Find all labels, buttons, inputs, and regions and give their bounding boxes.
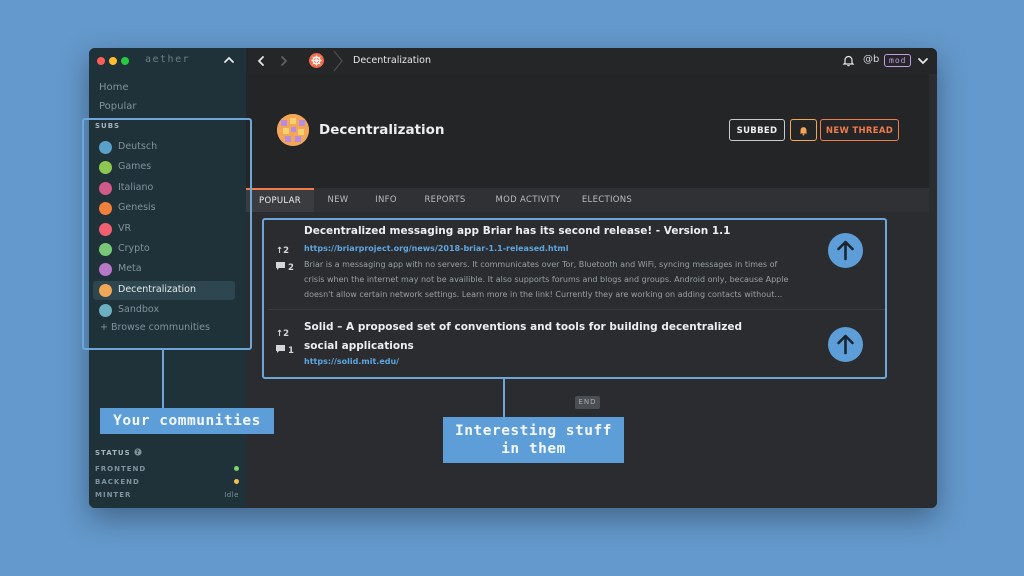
nav-home[interactable]: Home [99, 82, 129, 93]
help-icon[interactable]: ? [134, 448, 142, 456]
status-minter-label: MINTER [95, 491, 132, 499]
board-title: Decentralization [319, 122, 445, 138]
maximize-window-button[interactable] [121, 57, 129, 65]
top-bar: Decentralization @b mod [246, 48, 937, 74]
breadcrumb-board-avatar[interactable] [309, 53, 324, 68]
new-thread-button[interactable]: NEW THREAD [820, 119, 899, 141]
user-handle[interactable]: @b [863, 54, 879, 65]
board-header: Decentralization SUBBED NEW THREAD [246, 74, 929, 188]
communities-connector [162, 350, 164, 408]
chevron-up-icon[interactable] [222, 53, 236, 67]
tab-info[interactable]: INFO [363, 188, 409, 212]
tab-reports[interactable]: REPORTS [414, 188, 476, 212]
communities-highlight [82, 118, 252, 350]
status-frontend: FRONTEND [95, 465, 239, 473]
status-frontend-indicator [234, 466, 239, 471]
subbed-button[interactable]: SUBBED [729, 119, 785, 141]
status-minter-value: Idle [224, 491, 239, 499]
notify-button[interactable] [790, 119, 817, 141]
tab-new[interactable]: NEW [318, 188, 358, 212]
posts-highlight [262, 218, 887, 379]
app-name: aether [145, 54, 191, 65]
board-tabs: POPULAR NEW INFO REPORTS MOD ACTIVITY EL… [246, 188, 929, 212]
board-avatar-icon [311, 55, 322, 66]
tab-mod-activity[interactable]: MOD ACTIVITY [483, 188, 573, 212]
minimize-window-button[interactable] [109, 57, 117, 65]
nav-popular[interactable]: Popular [99, 101, 137, 112]
status-backend: BACKEND [95, 478, 239, 486]
status-minter: MINTER Idle [95, 491, 239, 499]
back-icon[interactable] [254, 54, 268, 68]
tab-popular[interactable]: POPULAR [246, 188, 314, 212]
svg-text:?: ? [136, 449, 140, 456]
posts-callout: Interesting stuff in them [443, 417, 624, 463]
posts-callout-line2: in them [501, 441, 566, 457]
board-avatar [277, 114, 309, 146]
end-of-list-badge: END [575, 396, 600, 409]
titlebar-left: aether [89, 48, 246, 74]
status-heading: STATUS ? [95, 448, 142, 457]
status-heading-label: STATUS [95, 449, 131, 457]
status-backend-label: BACKEND [95, 478, 140, 486]
mod-badge: mod [884, 54, 912, 67]
status-backend-indicator [234, 479, 239, 484]
notifications-bell-icon[interactable] [842, 54, 855, 67]
board-pattern-icon [277, 114, 309, 146]
posts-connector [503, 379, 505, 417]
status-frontend-label: FRONTEND [95, 465, 147, 473]
communities-callout: Your communities [100, 408, 274, 434]
chevron-down-icon[interactable] [916, 54, 930, 68]
breadcrumb-separator-icon [333, 50, 343, 72]
close-window-button[interactable] [97, 57, 105, 65]
tab-elections[interactable]: ELECTIONS [575, 188, 639, 212]
breadcrumb-title[interactable]: Decentralization [353, 55, 431, 66]
posts-callout-line1: Interesting stuff [455, 423, 612, 439]
forward-icon[interactable] [277, 54, 291, 68]
bell-icon [799, 127, 808, 136]
